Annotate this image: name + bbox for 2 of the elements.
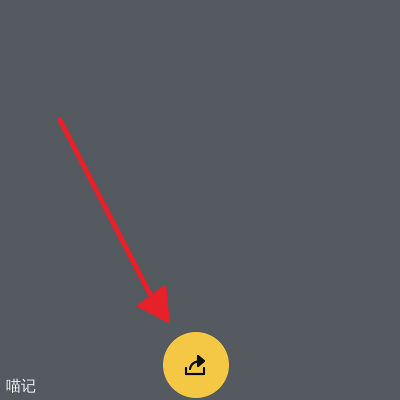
app-label: 喵记 [6,379,36,394]
share-icon [184,354,208,376]
